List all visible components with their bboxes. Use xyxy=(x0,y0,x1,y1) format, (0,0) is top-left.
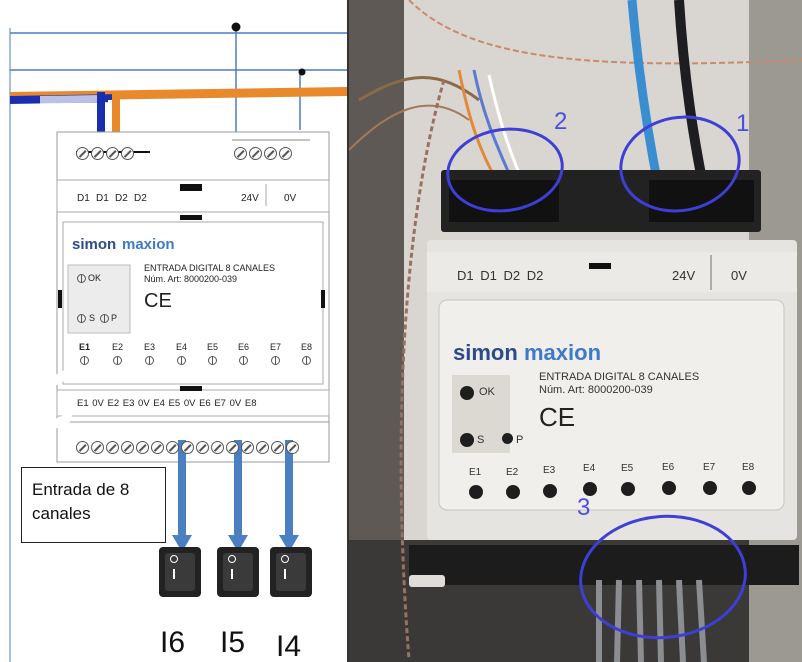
top-screw-terminals xyxy=(76,147,134,160)
ce-mark: CE xyxy=(144,290,172,312)
photo-channel-e7: E7 xyxy=(703,462,716,473)
photo-top-labels: D1 D1 D2 D2 xyxy=(457,268,544,283)
ok-led-icon xyxy=(77,274,86,283)
bottom-screw-terminals xyxy=(76,441,299,454)
photo-channel-e5: E5 xyxy=(621,463,634,474)
channel-label-e3: E3 xyxy=(144,342,156,352)
terminal-label-d1b: D1 xyxy=(96,193,109,204)
channel-led-icon xyxy=(145,356,154,365)
marker-number-2: 2 xyxy=(554,108,568,135)
photo-channel-led-icon xyxy=(469,485,483,499)
photo-channel-led-icon xyxy=(662,481,676,495)
terminal-label-d2: D2 xyxy=(115,193,128,204)
p-led-icon xyxy=(100,314,109,323)
channel-label-e4: E4 xyxy=(176,342,188,352)
photo-label-0v: 0V xyxy=(731,268,747,283)
photo-product-title: ENTRADA DIGITAL 8 CANALES xyxy=(539,371,700,383)
photo-channel-e4: E4 xyxy=(583,463,596,474)
product-title: ENTRADA DIGITAL 8 CANALES xyxy=(144,263,276,273)
marker-number-1: 1 xyxy=(736,110,750,137)
photo-brand-maxion: maxion xyxy=(524,340,602,365)
led-label-s: S xyxy=(89,313,96,323)
channel-led-icon xyxy=(177,356,186,365)
rocker-switch-icon xyxy=(270,547,312,597)
switch-label-i4: I4 xyxy=(276,630,302,662)
rocker-switch-icon xyxy=(217,547,259,597)
terminal-label-24v: 24V xyxy=(241,193,259,204)
led-label-p: P xyxy=(111,313,118,323)
photo-channel-e8: E8 xyxy=(742,462,755,473)
led-label-ok: OK xyxy=(88,273,102,283)
switch-label-i6: I6 xyxy=(160,626,186,659)
channel-label-e2: E2 xyxy=(112,342,124,352)
brand-maxion: maxion xyxy=(122,236,175,253)
photo-ce-mark: CE xyxy=(539,402,576,432)
bottom-terminal-labels: E1 0V E2 E3 0V E4 E5 0V E6 E7 0V E8 xyxy=(77,398,257,409)
photo-ok-led-icon xyxy=(460,386,474,400)
terminal-label-0v: 0V xyxy=(284,193,297,204)
terminal-label-d2b: D2 xyxy=(134,193,147,204)
wiring-diagram: D1 D1 D2 D2 24V 0V simon maxion ENTRADA … xyxy=(0,0,349,662)
channel-led-icon xyxy=(302,356,311,365)
channel-label-e1: E1 xyxy=(79,342,91,352)
brand-simon: simon xyxy=(72,236,117,253)
photo-channel-led-icon xyxy=(621,482,635,496)
photo-channel-e6: E6 xyxy=(662,462,675,473)
photo-channel-e1: E1 xyxy=(469,467,482,478)
photo-channel-led-icon xyxy=(742,481,756,495)
photo-led-label-s: S xyxy=(477,434,485,446)
callout-box: Entrada de 8 canales xyxy=(21,467,166,543)
channel-label-e8: E8 xyxy=(301,342,313,352)
channel-label-e5: E5 xyxy=(207,342,219,352)
channel-led-icon xyxy=(239,356,248,365)
photo-channel-led-icon xyxy=(506,485,520,499)
photo-channel-e2: E2 xyxy=(506,467,519,478)
photo-s-led-icon xyxy=(460,433,474,447)
photo-article-number: Núm. Art: 8000200-039 xyxy=(539,384,653,396)
channel-led-icon xyxy=(113,356,122,365)
photo-led-label-p: P xyxy=(516,434,524,446)
channel-label-e7: E7 xyxy=(270,342,282,352)
terminal-label-d1: D1 xyxy=(77,193,90,204)
channel-label-e6: E6 xyxy=(238,342,250,352)
photo-channel-led-icon xyxy=(703,481,717,495)
s-led-icon xyxy=(77,314,86,323)
rocker-switch-icon xyxy=(159,547,201,597)
photo-channel-e3: E3 xyxy=(543,465,556,476)
article-number: Núm. Art: 8000200-039 xyxy=(144,274,238,284)
channel-led-icon xyxy=(208,356,217,365)
photo-p-led-icon xyxy=(502,433,513,444)
channel-led-icon xyxy=(80,356,89,365)
photo-label-24v: 24V xyxy=(672,268,696,283)
top-screw-terminals-power xyxy=(234,147,292,160)
channel-led-icon xyxy=(271,356,280,365)
marker-number-3: 3 xyxy=(577,494,591,521)
device-photo: D1 D1 D2 D2 24V 0V simon maxion ENTRADA … xyxy=(349,0,802,662)
photo-brand-simon: simon xyxy=(453,340,518,365)
photo-led-label-ok: OK xyxy=(479,386,495,398)
photo-channel-led-icon xyxy=(543,484,557,498)
switch-label-i5: I5 xyxy=(220,626,246,659)
